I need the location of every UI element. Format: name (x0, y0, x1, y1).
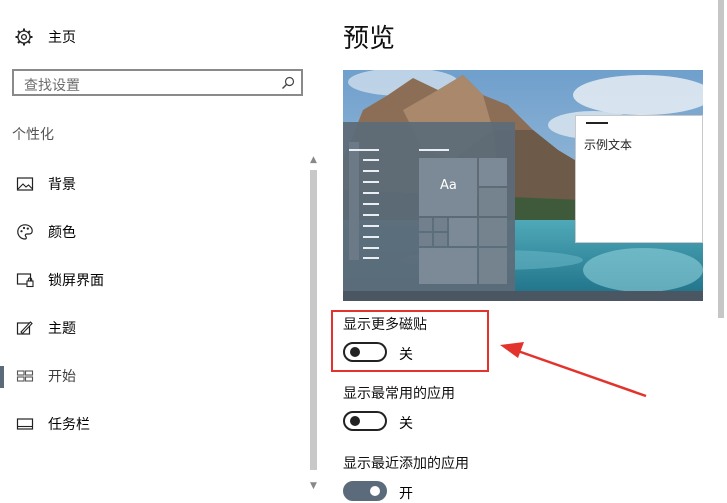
scroll-down-icon[interactable]: ▼ (309, 482, 318, 491)
sample-window-titlebar (586, 122, 608, 124)
annotation-highlight-box (331, 310, 489, 372)
sample-text: 示例文本 (584, 138, 633, 152)
most-used-toggle[interactable] (343, 411, 387, 431)
sidebar-item-label: 锁屏界面 (48, 273, 104, 289)
gear-icon (15, 28, 33, 46)
sidebar-item-colors[interactable]: 颜色 (0, 208, 305, 256)
scroll-up-icon[interactable]: ▲ (309, 156, 318, 165)
preview-tile-text: Aa (440, 178, 457, 193)
option-label: 显示最常用的应用 (343, 386, 455, 402)
personalization-nav: 背景 颜色 锁屏界面 主题 开始 任务栏 (0, 160, 305, 448)
sidebar-item-label: 任务栏 (48, 417, 90, 433)
home-label: 主页 (48, 30, 76, 46)
main-scroll-thumb[interactable] (718, 0, 724, 318)
toggle-state: 关 (399, 416, 413, 432)
active-indicator (0, 366, 4, 388)
start-settings-pane: 预览 Aa 示例文本 显示更多磁贴 关 显示最常用的应用 关 显示最近添加的应用… (322, 0, 727, 502)
option-show-most-used: 显示最常用的应用 关 (343, 383, 455, 432)
sidebar-scrollbar[interactable]: ▲ ▼ (307, 156, 320, 495)
sidebar-scroll-thumb[interactable] (310, 170, 317, 470)
preview-sample-window: 示例文本 (575, 115, 703, 243)
sidebar-item-label: 背景 (48, 177, 76, 193)
sidebar-item-label: 开始 (48, 369, 76, 385)
lock-screen-icon (16, 273, 34, 288)
option-label: 显示最近添加的应用 (343, 456, 469, 472)
settings-sidebar: 主页 查找设置 个性化 背景 颜色 锁屏界面 主题 开始 任务栏 ▲ ▼ (0, 0, 322, 495)
section-title: 个性化 (12, 127, 54, 143)
page-title: 预览 (343, 24, 396, 54)
recently-added-toggle[interactable] (343, 481, 387, 501)
toggle-state: 开 (399, 486, 413, 502)
search-icon[interactable] (281, 76, 295, 90)
main-scrollbar[interactable] (718, 0, 727, 495)
toggle-knob (350, 416, 360, 426)
home-nav-item[interactable]: 主页 (14, 26, 76, 48)
sidebar-item-background[interactable]: 背景 (0, 160, 305, 208)
sidebar-item-start[interactable]: 开始 (0, 352, 305, 400)
sidebar-item-lock-screen[interactable]: 锁屏界面 (0, 256, 305, 304)
sidebar-item-label: 颜色 (48, 225, 76, 241)
theme-icon (16, 321, 33, 335)
taskbar-icon (16, 418, 34, 430)
sidebar-item-taskbar[interactable]: 任务栏 (0, 400, 305, 448)
search-placeholder: 查找设置 (24, 78, 80, 94)
sidebar-item-themes[interactable]: 主题 (0, 304, 305, 352)
option-show-recently-added: 显示最近添加的应用 开 (343, 453, 469, 502)
search-input[interactable]: 查找设置 (12, 69, 303, 96)
start-icon (16, 370, 34, 382)
palette-icon (17, 224, 33, 240)
start-preview: Aa 示例文本 (343, 70, 703, 301)
image-icon (16, 177, 34, 191)
sidebar-item-label: 主题 (48, 321, 76, 337)
